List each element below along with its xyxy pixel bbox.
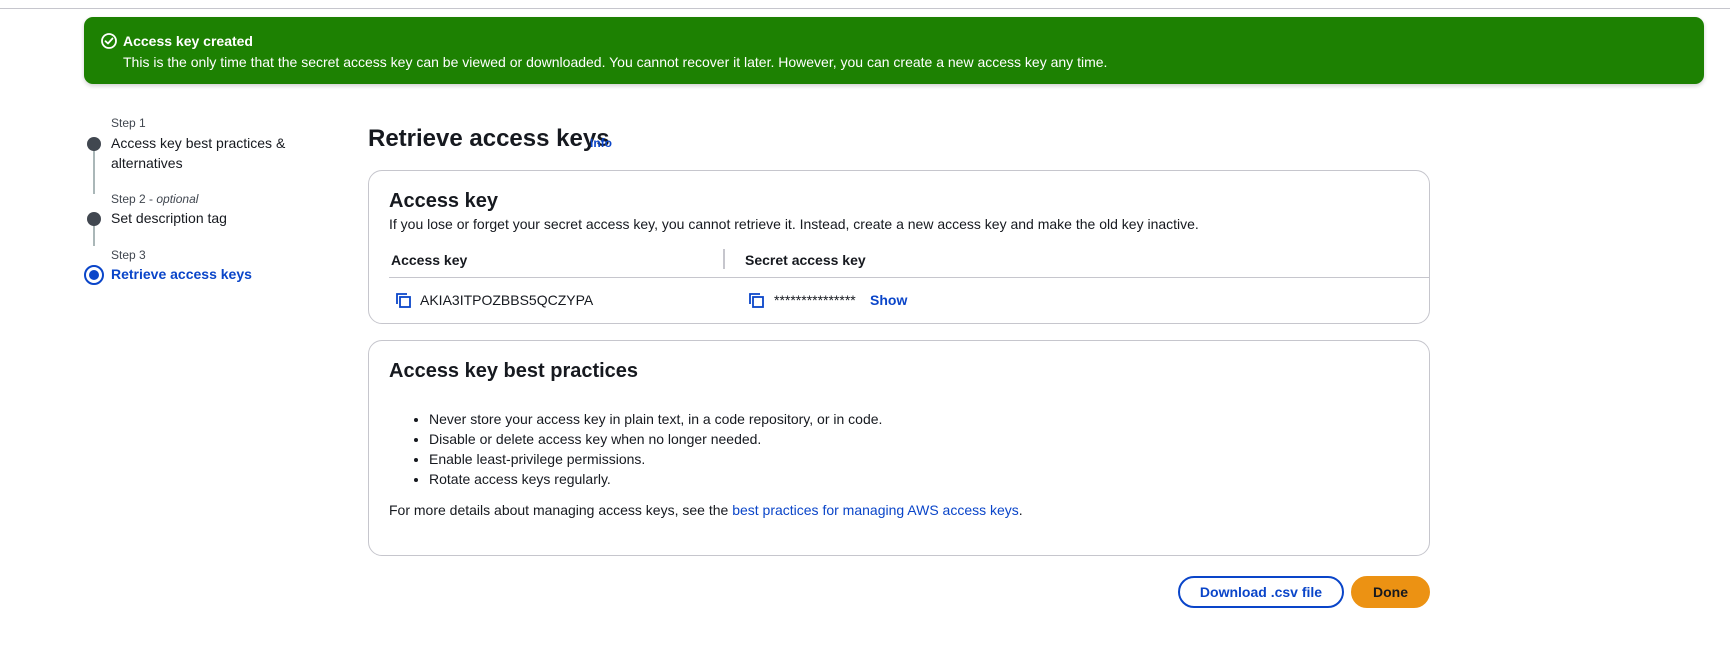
list-item: Rotate access keys regularly.	[429, 469, 882, 489]
step-3-indicator	[84, 265, 104, 285]
step-2-indicator	[87, 212, 101, 226]
copy-secret-key-icon[interactable]	[748, 292, 765, 309]
access-key-card-title: Access key	[389, 190, 498, 212]
step-2-title[interactable]: Set description tag	[111, 208, 321, 228]
best-practices-list: Never store your access key in plain tex…	[429, 409, 882, 489]
page-title: Retrieve access keys	[368, 125, 610, 152]
step-1-label: Step 1	[111, 116, 146, 130]
step-1-title[interactable]: Access key best practices & alternatives	[111, 133, 321, 173]
access-key-value: AKIA3ITPOZBBS5QCZYPA	[420, 292, 594, 308]
column-divider	[723, 249, 725, 269]
best-practices-footer: For more details about managing access k…	[389, 501, 1023, 519]
show-secret-link[interactable]: Show	[870, 291, 907, 309]
info-link[interactable]: Info	[590, 136, 612, 151]
done-button[interactable]: Done	[1351, 576, 1430, 608]
banner-title: Access key created	[123, 33, 253, 49]
top-divider	[0, 0, 1730, 9]
column-header-access-key: Access key	[391, 252, 468, 268]
secret-key-masked: ***************	[774, 292, 856, 308]
list-item: Disable or delete access key when no lon…	[429, 429, 882, 449]
list-item: Enable least-privilege permissions.	[429, 449, 882, 469]
step-2-optional: optional	[156, 192, 199, 206]
access-key-card: Access key If you lose or forget your se…	[368, 170, 1430, 324]
check-circle-icon	[100, 32, 118, 50]
step-2-label: Step 2 - optional	[111, 192, 199, 206]
download-csv-button[interactable]: Download .csv file	[1178, 576, 1344, 608]
best-practices-link[interactable]: best practices for managing AWS access k…	[732, 502, 1019, 518]
step-3-title[interactable]: Retrieve access keys	[111, 264, 321, 284]
copy-access-key-icon[interactable]	[395, 292, 412, 309]
step-3-label: Step 3	[111, 248, 146, 262]
best-practices-card: Access key best practices Never store yo…	[368, 340, 1430, 556]
access-key-card-description: If you lose or forget your secret access…	[389, 216, 1199, 232]
column-header-secret-access-key: Secret access key	[745, 252, 866, 268]
list-item: Never store your access key in plain tex…	[429, 409, 882, 429]
header-divider	[389, 277, 1429, 278]
step-1-indicator	[87, 137, 101, 151]
step-2-label-text: Step 2	[111, 192, 146, 206]
success-banner: Access key created This is the only time…	[84, 17, 1704, 84]
footer-prefix: For more details about managing access k…	[389, 502, 733, 518]
best-practices-title: Access key best practices	[389, 360, 639, 382]
banner-message: This is the only time that the secret ac…	[123, 54, 1108, 70]
footer-suffix: .	[1018, 502, 1023, 518]
